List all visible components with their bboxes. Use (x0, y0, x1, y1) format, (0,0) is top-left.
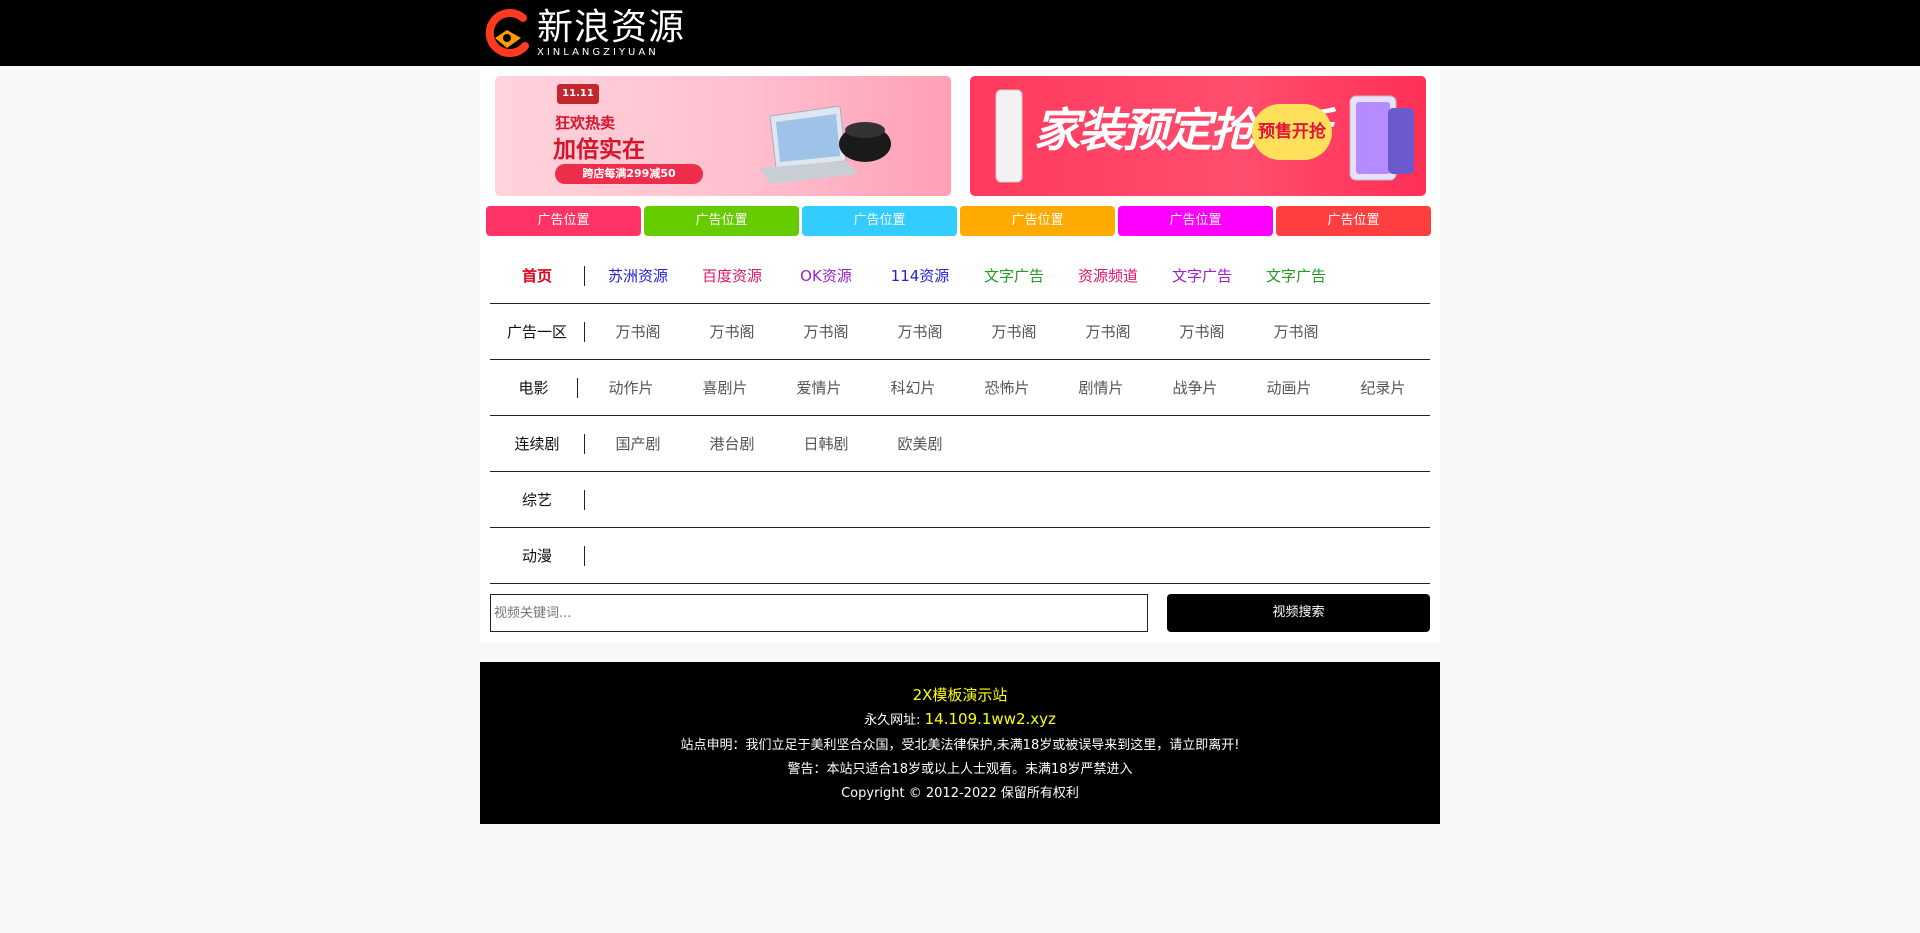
nav-label-ad1[interactable]: 广告一区 (490, 321, 584, 342)
nav-link[interactable]: 114资源 (873, 265, 967, 286)
search-input[interactable] (490, 594, 1148, 632)
ad-button-3[interactable]: 广告位置 (802, 206, 957, 236)
nav-link[interactable]: OK资源 (779, 265, 873, 286)
banner-left-pill: 跨店每满299减50 (555, 164, 703, 184)
nav-link[interactable]: 日韩剧 (779, 433, 873, 454)
nav-row-movie: 电影 动作片 喜剧片 爱情片 科幻片 恐怖片 剧情片 战争片 动画片 纪录片 (490, 360, 1430, 416)
ad-button-2[interactable]: 广告位置 (644, 206, 799, 236)
nav-link[interactable]: 爱情片 (772, 377, 866, 398)
nav-separator (584, 321, 585, 342)
footer-url-line: 永久网址: 14.109.1ww2.xyz (480, 709, 1440, 728)
nav-link[interactable]: 喜剧片 (678, 377, 772, 398)
nav-link[interactable]: 动画片 (1242, 377, 1336, 398)
nav-link[interactable]: 文字广告 (967, 265, 1061, 286)
nav-home-link[interactable]: 首页 (490, 265, 584, 286)
nav-row-home: 首页 苏洲资源 百度资源 OK资源 114资源 文字广告 资源频道 文字广告 文… (490, 248, 1430, 304)
nav-row-series: 连续剧 国产剧 港台剧 日韩剧 欧美剧 (490, 416, 1430, 472)
top-header: 新浪资源 XINLANGZIYUAN (0, 0, 1920, 66)
nav-row-variety: 综艺 (490, 472, 1430, 528)
nav-row-anime: 动漫 (490, 528, 1430, 584)
footer: 2X模板演示站 永久网址: 14.109.1ww2.xyz 站点申明：我们立足于… (480, 662, 1440, 824)
logo-subtitle: XINLANGZIYUAN (537, 47, 659, 58)
banner-right-badge: 预售开抢 (1252, 104, 1332, 160)
ad-button-row: 广告位置 广告位置 广告位置 广告位置 广告位置 广告位置 (486, 206, 1431, 236)
nav-label-anime[interactable]: 动漫 (490, 545, 584, 566)
nav-link[interactable]: 万书阁 (967, 321, 1061, 342)
tablet-icon (1349, 95, 1414, 181)
footer-warning: 警告：本站只适合18岁或以上人士观看。未满18岁严禁进入 (787, 762, 1133, 777)
phone-icon (995, 89, 1023, 183)
nav-link[interactable]: 万书阁 (591, 321, 685, 342)
main-container: 11.11 狂欢热卖 加倍实在 跨店每满299减50 家装预定抢5折 预售开抢 … (480, 66, 1440, 642)
footer-statement: 站点申明：我们立足于美利坚合众国，受北美法律保护,未满18岁或被误导来到这里，请… (680, 738, 1240, 753)
nav-link[interactable]: 万书阁 (1061, 321, 1155, 342)
nav-separator (584, 545, 585, 566)
nav-separator (577, 377, 578, 398)
footer-url-label: 永久网址: (864, 713, 921, 728)
site-logo[interactable]: 新浪资源 XINLANGZIYUAN (481, 8, 685, 60)
nav-link[interactable]: 剧情片 (1054, 377, 1148, 398)
logo-title: 新浪资源 (537, 7, 686, 48)
logo-mark-icon (481, 8, 533, 60)
nav-link[interactable]: 文字广告 (1155, 265, 1249, 286)
ad-button-6[interactable]: 广告位置 (1276, 206, 1431, 236)
nav-row-ad1: 广告一区 万书阁 万书阁 万书阁 万书阁 万书阁 万书阁 万书阁 万书阁 (490, 304, 1430, 360)
banner-right[interactable]: 家装预定抢5折 预售开抢 (970, 76, 1426, 196)
nav-link[interactable]: 港台剧 (685, 433, 779, 454)
nav-link[interactable]: 万书阁 (779, 321, 873, 342)
ad-button-5[interactable]: 广告位置 (1118, 206, 1273, 236)
ad-button-1[interactable]: 广告位置 (486, 206, 641, 236)
nav-separator (584, 433, 585, 454)
nav-link[interactable]: 纪录片 (1336, 377, 1430, 398)
footer-title[interactable]: 2X模板演示站 (480, 684, 1440, 705)
nav-link[interactable]: 科幻片 (866, 377, 960, 398)
nav-separator (584, 265, 585, 286)
nav-label-movie[interactable]: 电影 (490, 377, 577, 398)
banner-left-line2: 加倍实在 (553, 137, 645, 163)
nav-link[interactable]: 万书阁 (1155, 321, 1249, 342)
search-button[interactable]: 视频搜索 (1167, 594, 1430, 632)
nav-link[interactable]: 国产剧 (591, 433, 685, 454)
nav-link[interactable]: 万书阁 (685, 321, 779, 342)
nav-link[interactable]: 百度资源 (685, 265, 779, 286)
nav-label-series[interactable]: 连续剧 (490, 433, 584, 454)
nav-link[interactable]: 恐怖片 (960, 377, 1054, 398)
footer-copyright: Copyright © 2012-2022 保留所有权利 (841, 786, 1079, 801)
banner-left[interactable]: 11.11 狂欢热卖 加倍实在 跨店每满299减50 (495, 76, 951, 196)
banner-left-badge: 11.11 (557, 84, 599, 104)
nav-link[interactable]: 动作片 (584, 377, 678, 398)
nav-link[interactable]: 战争片 (1148, 377, 1242, 398)
category-nav: 首页 苏洲资源 百度资源 OK资源 114资源 文字广告 资源频道 文字广告 文… (490, 248, 1430, 584)
nav-link[interactable]: 资源频道 (1061, 265, 1155, 286)
nav-link[interactable]: 万书阁 (873, 321, 967, 342)
nav-link[interactable]: 万书阁 (1249, 321, 1343, 342)
nav-link[interactable]: 文字广告 (1249, 265, 1343, 286)
footer-url-link[interactable]: 14.109.1ww2.xyz (925, 710, 1056, 728)
nav-link[interactable]: 苏洲资源 (591, 265, 685, 286)
nav-label-variety[interactable]: 综艺 (490, 489, 584, 510)
ad-button-4[interactable]: 广告位置 (960, 206, 1115, 236)
speaker-icon (839, 122, 891, 162)
nav-separator (584, 489, 585, 510)
nav-link[interactable]: 欧美剧 (873, 433, 967, 454)
